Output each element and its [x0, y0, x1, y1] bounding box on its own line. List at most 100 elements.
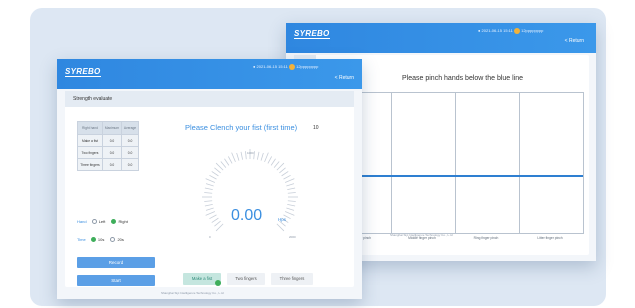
- gauge-tick: [209, 174, 217, 180]
- time-selector: Time 10s 20s: [77, 237, 124, 243]
- column-label: Ring finger pinch: [473, 236, 499, 240]
- datetime: ● 2021-06-15 15:11 12pppppppp: [253, 64, 318, 70]
- username: 12pppppppp: [521, 28, 544, 34]
- gauge-tick: [215, 162, 224, 171]
- footer-note: Shanghai Siyi Intelligence Technology Co…: [390, 233, 453, 237]
- gauge-tick: [214, 220, 221, 227]
- gauge-tick: [260, 152, 264, 161]
- force-value: 0.00: [231, 207, 263, 224]
- gauge-tick: [287, 192, 296, 194]
- table-row: Make a fist 0.0 0.0: [77, 134, 139, 147]
- opt2-label: 20s: [117, 237, 124, 242]
- return-button[interactable]: < Return: [565, 38, 584, 44]
- pinch-title: Please pinch hands below the blue line: [402, 75, 524, 82]
- gauge-tick: [279, 167, 286, 174]
- table-cell: 0.0: [101, 158, 123, 171]
- start-button[interactable]: Start: [77, 275, 155, 286]
- footer-note: Shanghai Siyi Intelligence Technology Co…: [161, 291, 224, 295]
- gauge-tick: [270, 158, 276, 166]
- gauge-tick: [276, 223, 285, 232]
- table-header: Average: [121, 121, 139, 135]
- grid-divider: [391, 93, 392, 233]
- gauge-tick: [215, 223, 224, 232]
- table-row: Three fingers 0.0 0.0: [77, 158, 139, 171]
- instruction-text: Please Clench your fist (first time): [185, 123, 298, 132]
- gauge-tick: [209, 214, 217, 220]
- table-cell: 0.0: [121, 134, 139, 147]
- table-header-row: Right hand Maximum Average: [77, 121, 139, 135]
- gauge-mid-label: 1000: [247, 151, 254, 155]
- gauge-tick: [281, 171, 289, 177]
- datetime-text: 2021-06-15 15:11: [256, 64, 288, 70]
- radio-20s[interactable]: [110, 237, 116, 243]
- record-button[interactable]: Record: [77, 257, 155, 268]
- gauge-tick: [287, 187, 296, 190]
- gauge-tick: [284, 178, 295, 183]
- gauge-min-label: 0: [209, 235, 211, 239]
- strength-window: SYREBO ● 2021-06-15 15:11 12pppppppp < R…: [57, 59, 362, 299]
- gauge-tick: [224, 158, 230, 166]
- gauge-tick: [283, 174, 291, 180]
- gauge-tick: [276, 162, 285, 171]
- gauge-tick: [211, 217, 219, 223]
- logo: SYREBO: [294, 29, 330, 39]
- return-button[interactable]: < Return: [335, 75, 354, 81]
- time-label: Time: [77, 237, 86, 242]
- pinch-chart: [326, 92, 584, 234]
- gauge-tick: [204, 204, 213, 207]
- strength-card: Strength evaluate Right hand Maximum Ave…: [65, 91, 354, 287]
- gauge-tick: [286, 183, 295, 187]
- table-cell: Three fingers: [77, 158, 103, 171]
- gauge-max-label: 2000: [289, 235, 296, 239]
- clock-icon: ●: [478, 28, 481, 34]
- clock-icon: ●: [253, 64, 256, 70]
- gauge-tick: [267, 156, 273, 164]
- table-row: Two fingers 0.0 0.0: [77, 146, 139, 159]
- table-header: Right hand: [77, 121, 103, 135]
- titlebar: SYREBO ● 2021-06-15 15:11 12pppppppp < R…: [286, 23, 596, 53]
- table-cell: 0.0: [121, 146, 139, 159]
- results-table: Right hand Maximum Average Make a fist 0…: [77, 121, 139, 171]
- radio-10s[interactable]: [90, 237, 96, 243]
- table-cell: 0.0: [101, 134, 123, 147]
- gauge-tick: [286, 207, 295, 211]
- mode-three-fingers[interactable]: Three fingers: [271, 273, 313, 285]
- gauge-tick: [287, 200, 296, 202]
- force-unit: Hps: [278, 217, 287, 222]
- gauge-tick: [284, 211, 295, 216]
- gauge-tick: [240, 151, 243, 160]
- gauge-tick: [204, 192, 213, 194]
- table-cell: 0.0: [101, 146, 123, 159]
- gauge-tick: [227, 156, 233, 164]
- opt1-label: 10s: [97, 237, 105, 242]
- hand-label: Hand: [77, 219, 87, 224]
- gauge-tick: [264, 152, 269, 163]
- right-label: Right: [118, 219, 128, 224]
- table-header: Maximum: [101, 121, 123, 135]
- threshold-line: [327, 175, 583, 177]
- table-cell: Two fingers: [77, 146, 103, 159]
- gauge-tick: [236, 152, 240, 161]
- column-label: Litter finger pinch: [537, 236, 563, 240]
- avatar[interactable]: [513, 28, 520, 34]
- datetime: ● 2021-06-15 15:11 12pppppppp: [478, 28, 543, 34]
- table-cell: 0.0: [121, 158, 139, 171]
- radio-right[interactable]: [111, 219, 117, 225]
- gauge-tick: [205, 207, 214, 211]
- gauge-tick: [287, 204, 296, 207]
- gauge-tick: [231, 152, 236, 163]
- gauge-tick: [205, 183, 214, 187]
- radio-left[interactable]: [91, 219, 97, 225]
- hand-selector: Hand Left Right: [77, 219, 128, 225]
- mode-two-fingers[interactable]: Two fingers: [227, 273, 265, 285]
- grid-divider: [519, 93, 520, 233]
- gauge-tick: [204, 200, 213, 202]
- gauge-tick: [220, 161, 227, 168]
- avatar[interactable]: [288, 64, 295, 70]
- titlebar: SYREBO ● 2021-06-15 15:11 12pppppppp < R…: [57, 59, 362, 89]
- gauge-tick: [205, 178, 216, 183]
- grid-divider: [455, 93, 456, 233]
- left-label: Left: [98, 219, 106, 224]
- datetime-text: 2021-06-15 15:11: [481, 28, 513, 34]
- table-cell: Make a fist: [77, 134, 103, 147]
